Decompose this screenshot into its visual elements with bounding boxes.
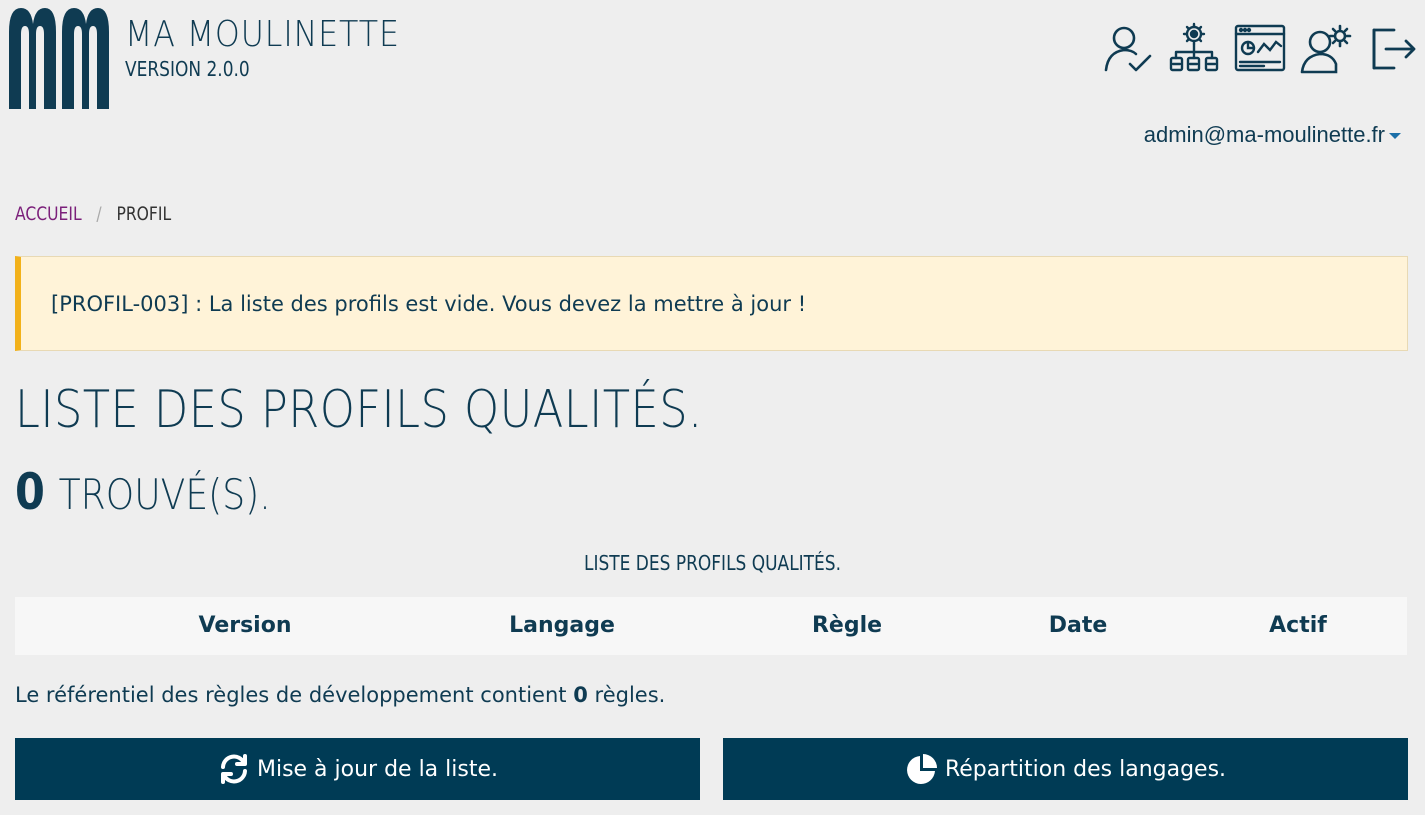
profiles-table-header: Version Langage Règle Date Actif bbox=[15, 597, 1407, 655]
found-label: TROUVÉ(S). bbox=[58, 470, 271, 519]
logout-icon[interactable] bbox=[1365, 20, 1419, 76]
ref-prefix: Le référentiel des règles de développeme… bbox=[15, 683, 567, 707]
network-settings-icon[interactable] bbox=[1167, 20, 1221, 76]
rules-count: 0 bbox=[573, 683, 588, 707]
breadcrumb-current: PROFIL bbox=[116, 203, 172, 225]
column-header-version[interactable]: Version bbox=[198, 597, 291, 655]
user-check-icon[interactable] bbox=[1101, 20, 1155, 76]
update-button-label: Mise à jour de la liste. bbox=[256, 756, 499, 782]
mm-logo-icon bbox=[9, 8, 109, 109]
profile-count: 0 bbox=[15, 463, 45, 521]
found-count-heading: 0 TROUVÉ(S). bbox=[15, 463, 271, 521]
warning-alert: [PROFIL-003] : La liste des profils est … bbox=[15, 256, 1408, 351]
user-gear-icon[interactable] bbox=[1299, 20, 1353, 76]
user-email: admin@ma-moulinette.fr bbox=[1143, 122, 1385, 147]
language-repartition-button[interactable]: Répartition des langages. bbox=[723, 738, 1408, 800]
sync-icon bbox=[220, 754, 247, 784]
app-name: MA MOULINETTE bbox=[125, 14, 400, 55]
app-version: VERSION 2.0.0 bbox=[125, 57, 250, 81]
update-list-button[interactable]: Mise à jour de la liste. bbox=[15, 738, 700, 800]
column-header-actif[interactable]: Actif bbox=[1269, 597, 1327, 655]
ref-suffix: règles. bbox=[594, 683, 666, 707]
column-header-langage[interactable]: Langage bbox=[509, 597, 615, 655]
column-header-regle[interactable]: Règle bbox=[812, 597, 882, 655]
breadcrumb: ACCUEIL / PROFIL bbox=[15, 203, 171, 225]
header-icons bbox=[1101, 20, 1419, 76]
repartition-button-label: Répartition des langages. bbox=[944, 756, 1227, 782]
alert-message: [PROFIL-003] : La liste des profils est … bbox=[51, 291, 807, 316]
pie-chart-icon bbox=[906, 754, 937, 784]
caret-down-icon bbox=[1389, 133, 1401, 139]
rules-referential-text: Le référentiel des règles de développeme… bbox=[15, 683, 665, 707]
logo[interactable]: MA MOULINETTE VERSION 2.0.0 bbox=[9, 8, 437, 109]
table-caption: LISTE DES PROFILS QUALITÉS. bbox=[584, 551, 841, 575]
user-menu[interactable]: admin@ma-moulinette.fr bbox=[1144, 122, 1401, 148]
page-title: LISTE DES PROFILS QUALITÉS. bbox=[15, 380, 703, 440]
dashboard-window-icon[interactable] bbox=[1233, 20, 1287, 76]
breadcrumb-separator: / bbox=[96, 203, 102, 225]
breadcrumb-home-link[interactable]: ACCUEIL bbox=[15, 203, 82, 225]
column-header-date[interactable]: Date bbox=[1049, 597, 1108, 655]
